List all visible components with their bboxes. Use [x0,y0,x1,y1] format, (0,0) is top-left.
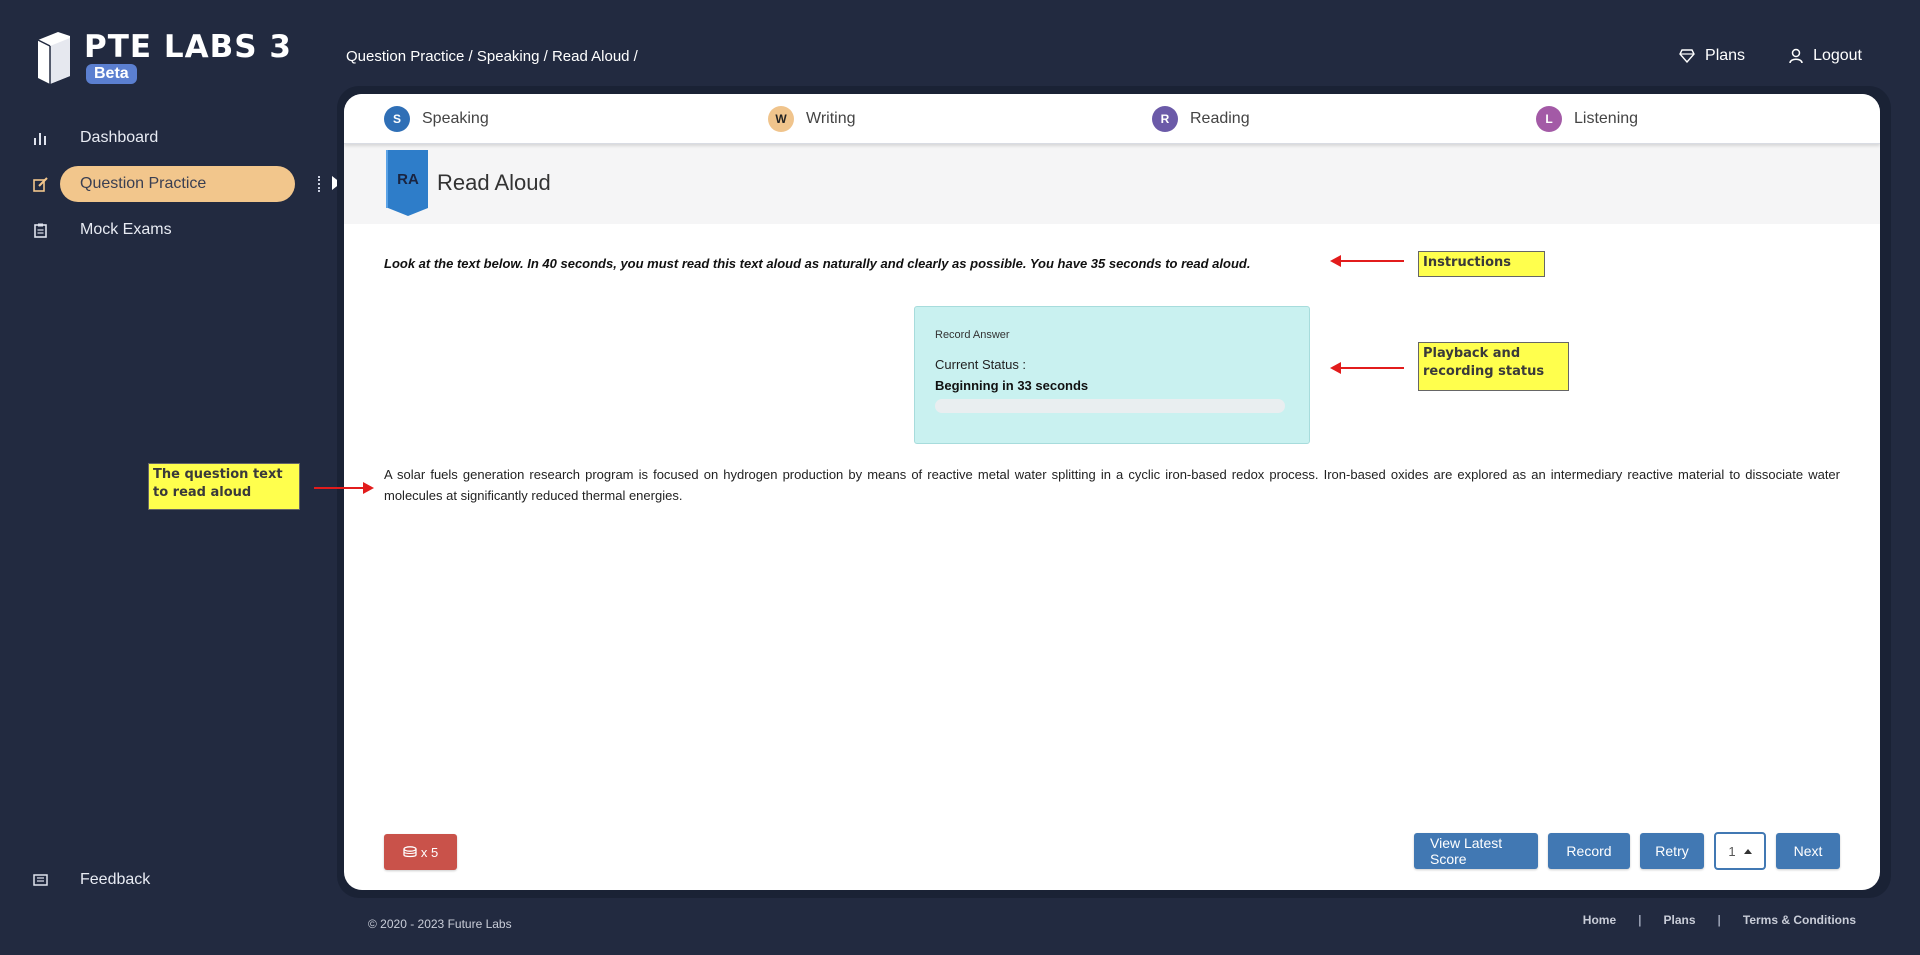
top-nav: Plans Logout [1679,47,1862,65]
tab-speaking[interactable]: S Speaking [344,94,728,143]
annotation-recorder: Playback and recording status [1418,342,1569,391]
plans-label: Plans [1705,47,1746,64]
clipboard-icon [32,222,48,238]
record-answer-panel: Record Answer Current Status : Beginning… [914,306,1310,444]
sidebar-item-mock-exams[interactable]: Mock Exams [0,212,300,248]
record-button[interactable]: Record [1548,833,1630,869]
plans-link[interactable]: Plans [1679,47,1745,65]
next-button[interactable]: Next [1776,833,1840,869]
category-tabs: S Speaking W Writing R Reading L Listeni… [344,94,1880,144]
sidebar-item-dashboard[interactable]: Dashboard [0,120,300,156]
footer-link-plans[interactable]: Plans [1664,913,1696,927]
user-icon [1789,48,1803,64]
sidebar-item-label: Dashboard [80,129,159,146]
instructions-text: Look at the text below. In 40 seconds, y… [384,256,1251,271]
action-buttons: View Latest Score Record Retry 1 Next [1414,832,1840,870]
question-text: A solar fuels generation research progra… [384,467,1840,503]
sidebar-item-feedback[interactable]: Feedback [0,862,300,898]
status-value: Beginning in 33 seconds [935,378,1089,393]
app-logo[interactable]: PTE LABS 3 Beta [36,30,292,84]
tab-label: Reading [1190,109,1250,127]
annotation-arrow [314,482,374,494]
breadcrumb: Question Practice / Speaking / Read Alou… [346,48,638,65]
coins-icon [403,846,417,858]
app-title: PTE LABS 3 [84,29,292,65]
edit-icon [32,176,48,192]
tab-reading[interactable]: R Reading [1112,94,1496,143]
nav-divider [318,176,320,192]
logout-label: Logout [1813,47,1862,64]
section-header: RA Read Aloud [344,144,1880,224]
tab-label: Writing [806,109,856,127]
sidebar-item-label: Feedback [80,871,151,888]
annotation-instructions: Instructions [1418,251,1545,277]
question-number: 1 [1728,843,1736,859]
attempts-button[interactable]: x 5 [384,834,457,870]
writing-icon: W [768,105,794,132]
speaking-icon: S [384,105,410,132]
footer-link-home[interactable]: Home [1583,913,1616,927]
recording-progress-bar [935,399,1285,413]
tab-label: Speaking [422,109,489,127]
annotation-arrow [1330,362,1404,374]
footer-links: Home | Plans | Terms & Conditions [1583,913,1856,927]
book-logo-icon [37,32,70,84]
attempts-count: x 5 [420,844,439,860]
annotation-question: The question text to read aloud [148,463,300,510]
copyright: © 2020 - 2023 Future Labs [368,917,512,931]
retry-button[interactable]: Retry [1640,833,1704,869]
view-latest-score-button[interactable]: View Latest Score [1414,833,1538,869]
page-title: Read Aloud [437,170,551,195]
tab-listening[interactable]: L Listening [1496,94,1880,143]
record-panel-title: Record Answer [935,329,1010,341]
status-label: Current Status : [935,357,1027,372]
reading-icon: R [1152,105,1178,132]
sidebar-item-label: Question Practice [80,175,207,192]
ra-badge: RA [388,150,428,216]
diamond-icon [1679,49,1695,63]
caret-up-icon [1743,848,1752,854]
beta-badge: Beta [86,64,137,84]
question-number-select[interactable]: 1 [1714,832,1766,870]
tab-label: Listening [1574,109,1639,127]
tab-writing[interactable]: W Writing [728,94,1112,143]
listening-icon: L [1536,105,1562,132]
footer-separator: | [1638,913,1642,927]
footer-link-terms[interactable]: Terms & Conditions [1743,913,1856,927]
feedback-icon [32,872,48,888]
sidebar-item-label: Mock Exams [80,221,172,238]
main-card: S Speaking W Writing R Reading L Listeni… [344,94,1880,890]
annotation-arrow [1330,255,1404,267]
bar-chart-icon [32,130,48,146]
logout-link[interactable]: Logout [1789,47,1862,65]
footer-separator: | [1717,913,1721,927]
sidebar-item-question-practice[interactable]: Question Practice [0,166,300,202]
